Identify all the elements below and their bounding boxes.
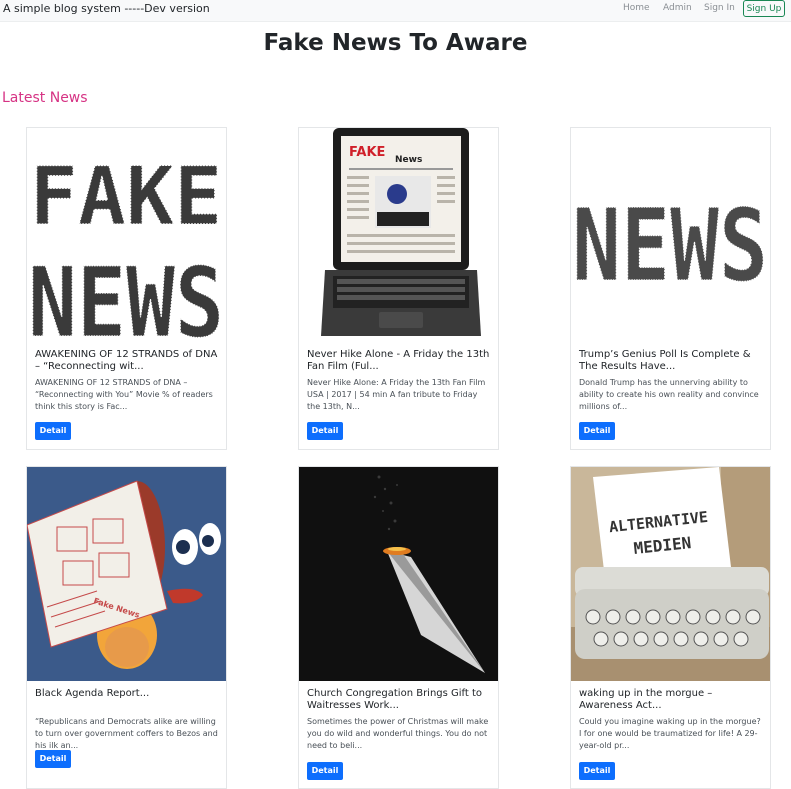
signup-button[interactable]: Sign Up xyxy=(743,0,785,17)
site-brand[interactable]: A simple blog system -----Dev version xyxy=(3,2,210,15)
news-word-art-image[interactable]: NEWS xyxy=(571,128,770,342)
svg-text:NEWS: NEWS xyxy=(28,247,224,342)
card-title[interactable]: Black Agenda Report... xyxy=(35,688,221,700)
detail-button[interactable]: Detail xyxy=(35,422,71,440)
fake-news-word-art-image[interactable]: FAKE NEWS xyxy=(27,128,226,342)
news-card: FAKE NEWS AWAKENING OF 12 STRANDS of DNA… xyxy=(26,127,227,450)
nav-home-link[interactable]: Home xyxy=(623,3,650,13)
section-title: Latest News xyxy=(2,90,88,106)
typewriter-image[interactable]: ALTERNATIVE MEDIEN xyxy=(571,467,770,681)
card-excerpt: Never Hike Alone: A Friday the 13th Fan … xyxy=(307,378,486,411)
detail-button[interactable]: Detail xyxy=(307,762,343,780)
card-title[interactable]: AWAKENING OF 12 STRANDS of DNA – “Reconn… xyxy=(35,349,221,373)
detail-button[interactable]: Detail xyxy=(579,762,615,780)
navbar: A simple blog system -----Dev version Ho… xyxy=(0,0,791,22)
card-excerpt: Donald Trump has the unnerving ability t… xyxy=(579,378,759,411)
card-excerpt: Sometimes the power of Christmas will ma… xyxy=(307,717,489,750)
news-card: NEWS Trump’s Genius Poll Is Complete & T… xyxy=(570,127,771,450)
nav-admin-link[interactable]: Admin xyxy=(663,3,692,13)
card-title[interactable]: waking up in the morgue – Awareness Act.… xyxy=(579,688,765,712)
card-title[interactable]: Trump’s Genius Poll Is Complete & The Re… xyxy=(579,349,765,373)
news-card: FAKE News Never Hike Alone - A Friday th… xyxy=(298,127,499,450)
detail-button[interactable]: Detail xyxy=(35,750,71,768)
news-card: Fake News Black Agenda Report... “Republ… xyxy=(26,466,227,789)
svg-text:News: News xyxy=(395,155,422,165)
svg-text:NEWS: NEWS xyxy=(572,187,768,304)
news-card: Church Congregation Brings Gift to Waitr… xyxy=(298,466,499,789)
card-excerpt: Could you imagine waking up in the morgu… xyxy=(579,717,761,750)
news-card: ALTERNATIVE MEDIEN waking up in the morg… xyxy=(570,466,771,789)
svg-text:FAKE: FAKE xyxy=(30,150,223,243)
cartoon-fake-news-image[interactable]: Fake News xyxy=(27,467,226,681)
page-title: Fake News To Aware xyxy=(263,30,528,56)
card-excerpt: AWAKENING OF 12 STRANDS of DNA – “Reconn… xyxy=(35,378,213,411)
svg-text:FAKE: FAKE xyxy=(349,145,385,160)
burning-paper-plane-image[interactable] xyxy=(299,467,498,681)
laptop-fake-news-image[interactable]: FAKE News xyxy=(299,128,498,342)
card-title[interactable]: Never Hike Alone - A Friday the 13th Fan… xyxy=(307,349,493,373)
nav-signin-link[interactable]: Sign In xyxy=(704,3,735,13)
card-excerpt: “Republicans and Democrats alike are wil… xyxy=(35,717,218,750)
card-title[interactable]: Church Congregation Brings Gift to Waitr… xyxy=(307,688,493,712)
detail-button[interactable]: Detail xyxy=(307,422,343,440)
detail-button[interactable]: Detail xyxy=(579,422,615,440)
